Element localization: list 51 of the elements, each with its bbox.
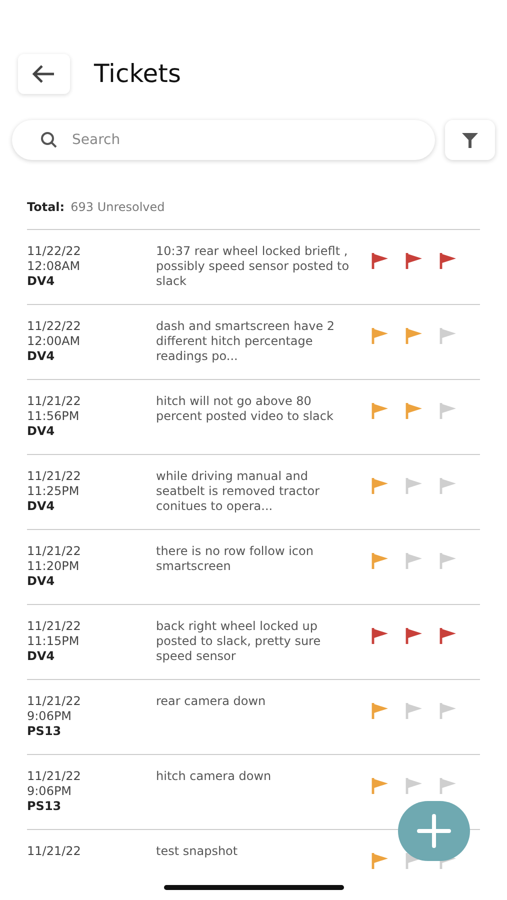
ticket-time: 11:20PM [27, 559, 80, 574]
ticket-date: 11/21/22 [27, 619, 82, 634]
ticket-date: 11/21/22 [27, 769, 82, 784]
ticket-row[interactable]: 11/21/22 11:15PM DV4 back right wheel locked up posted to slack, pretty sure speed sensor [27, 605, 480, 680]
ticket-time: 9:06PM [27, 709, 73, 724]
ticket-description: back right wheel locked up posted to slack, pretty sure speed sensor [156, 619, 321, 663]
ticket-unit: DV4 [27, 274, 56, 289]
ticket-date: 11/22/22 [27, 319, 82, 334]
ticket-unit: DV4 [27, 574, 56, 589]
ticket-description: hitch camera down [156, 769, 272, 783]
ticket-unit: PS13 [27, 724, 62, 739]
ticket-unit: DV4 [27, 424, 56, 439]
ticket-row[interactable]: 11/21/22 9:06PM PS13 rear camera down [27, 680, 480, 755]
back-button[interactable] [18, 54, 70, 94]
plus-icon [416, 813, 452, 849]
page-title: Tickets [94, 58, 181, 90]
total-count: 693 Unresolved [70, 199, 165, 216]
search-icon [40, 131, 58, 149]
ticket-description: test snapshot [156, 844, 238, 858]
ticket-date: 11/21/22 [27, 394, 82, 409]
ticket-time: 12:08AM [27, 259, 82, 274]
ticket-description: dash and smartscreen have 2 different hitch percentage readings po... [156, 319, 335, 363]
search-field[interactable]: Search [12, 120, 435, 160]
ticket-unit: DV4 [27, 349, 56, 364]
ticket-row[interactable]: 11/21/22 11:20PM DV4 there is no row follow icon smartscreen [27, 530, 480, 605]
ticket-description: rear camera down [156, 694, 266, 708]
ticket-time: 9:06PM [27, 784, 73, 799]
ticket-unit: PS13 [27, 799, 62, 814]
ticket-unit: DV4 [27, 649, 56, 664]
filter-icon [460, 130, 480, 150]
ticket-description: hitch will not go above 80 percent posted video to slack [156, 394, 334, 423]
ticket-row[interactable]: 11/21/22 11:56PM DV4 hitch will not go above 80 percent posted video to slack [27, 380, 480, 455]
ticket-date: 11/22/22 [27, 244, 82, 259]
ticket-time: 12:00AM [27, 334, 82, 349]
ticket-row[interactable]: 11/22/22 12:00AM DV4 dash and smartscreen have 2 different hitch percentage readings po... [27, 305, 480, 380]
ticket-time: 11:25PM [27, 484, 80, 499]
total-label: Total: [27, 199, 65, 216]
filter-button[interactable] [445, 120, 495, 160]
ticket-date: 11/21/22 [27, 844, 82, 859]
ticket-description: there is no row follow icon smartscreen [156, 544, 314, 573]
ticket-time: 11:56PM [27, 409, 80, 424]
ticket-time: 11:15PM [27, 634, 80, 649]
ticket-row[interactable]: 11/21/22 11:25PM DV4 while driving manual and seatbelt is removed tractor conitues to opera... [27, 455, 480, 530]
ticket-unit: DV4 [27, 499, 56, 514]
ticket-date: 11/21/22 [27, 544, 82, 559]
back-arrow-icon [32, 64, 56, 84]
ticket-date: 11/21/22 [27, 469, 82, 484]
ticket-row[interactable]: 11/22/22 12:08AM DV4 10:37 rear wheel locked brieflt , possibly speed sensor posted to slack [27, 230, 480, 305]
ticket-description: 10:37 rear wheel locked brieflt , possibly speed sensor posted to slack [156, 244, 350, 288]
ticket-date: 11/21/22 [27, 694, 82, 709]
ticket-description: while driving manual and seatbelt is removed tractor conitues to opera... [156, 469, 320, 513]
